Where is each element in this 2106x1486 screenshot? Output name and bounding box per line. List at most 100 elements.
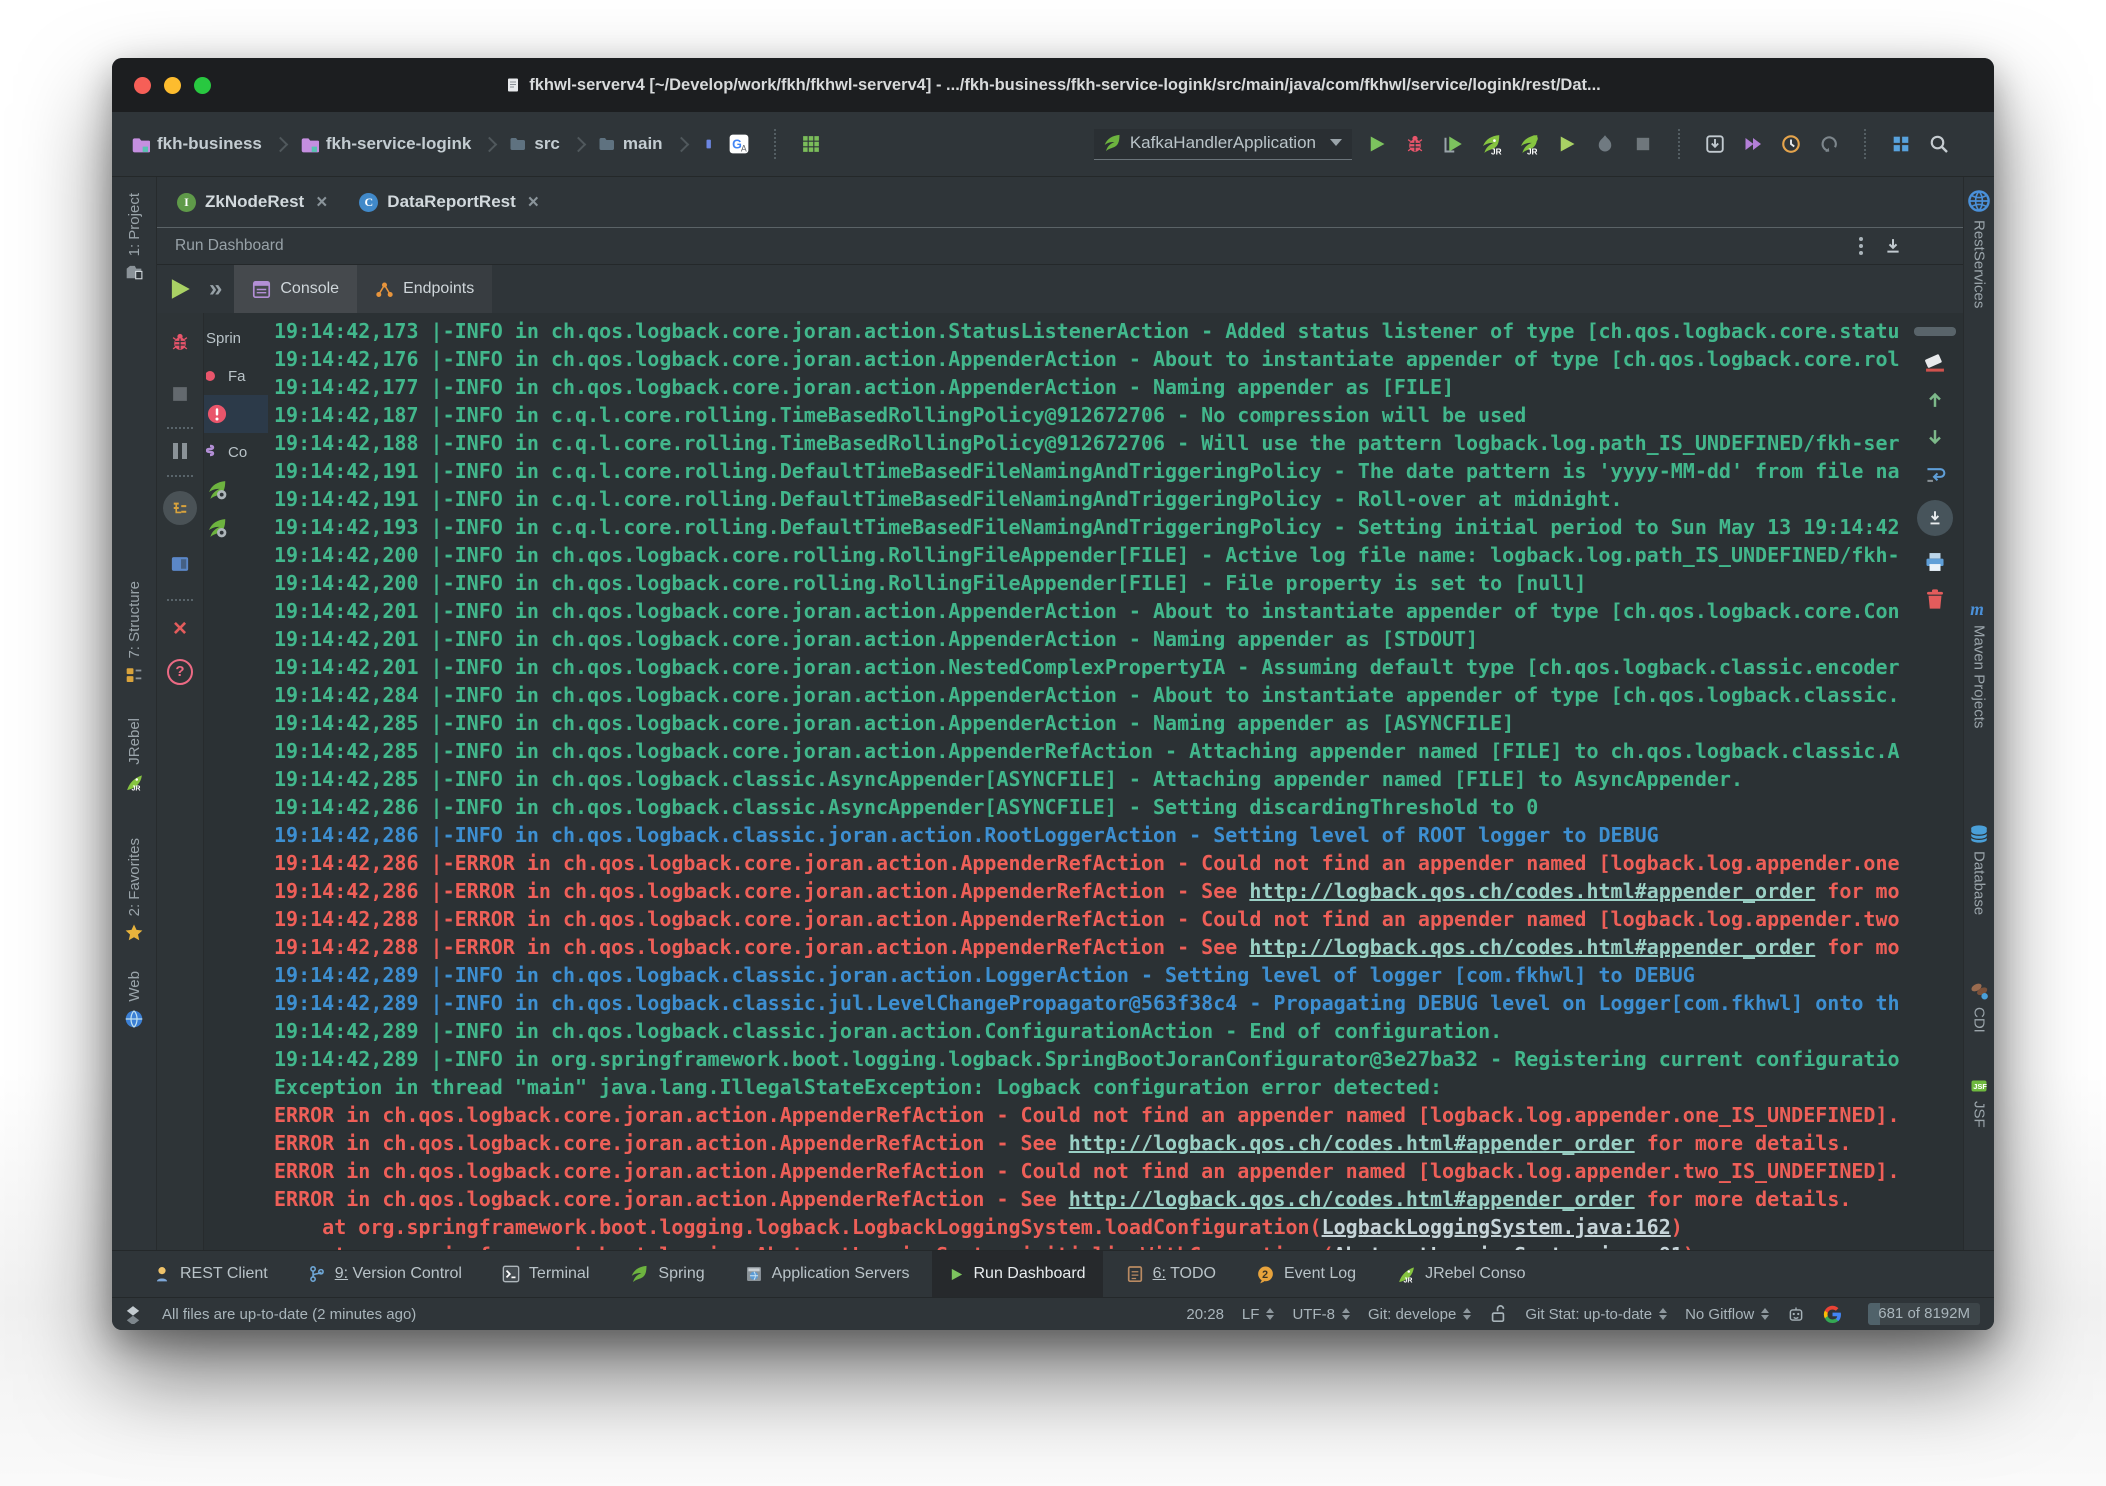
toolwindow-button-9-version-control[interactable]: 9: Version Control (291, 1251, 479, 1297)
tool-stripe-web[interactable]: Web (124, 971, 144, 1029)
tool-stripe-restservices[interactable]: RestServices (1967, 189, 1991, 308)
toolwindow-button-spring[interactable]: Spring (612, 1251, 721, 1297)
toolwindow-button-application-servers[interactable]: Application Servers (728, 1251, 927, 1297)
console-hyperlink[interactable]: http://logback.qos.ch/codes.html#appende… (1249, 935, 1815, 959)
scroll-down-button[interactable] (1924, 426, 1946, 448)
console-hyperlink[interactable]: http://logback.qos.ch/codes.html#appende… (1069, 1131, 1635, 1155)
google-widget[interactable] (1823, 1305, 1842, 1324)
dashboard-tree-item[interactable] (204, 509, 268, 547)
tool-window-switcher-icon[interactable] (124, 1304, 142, 1324)
grid4-button[interactable] (1886, 129, 1916, 159)
download-button[interactable] (1700, 129, 1730, 159)
breadcrumb-item-fkh-business[interactable]: fkh-business (128, 132, 264, 156)
print-button[interactable] (1924, 551, 1946, 573)
console-hyperlink[interactable]: http://logback.qos.ch/codes.html#appende… (1249, 879, 1815, 903)
dashboard-tree-item[interactable]: Fa (204, 357, 268, 395)
close-button[interactable]: × (173, 617, 187, 641)
console-tab-endpoints[interactable]: Endpoints (357, 265, 492, 313)
plugins-grid-button[interactable] (796, 129, 826, 159)
tool-stripe-jrebel[interactable]: JRebelJR (124, 718, 144, 792)
restore-layout-button[interactable] (163, 491, 197, 525)
scroll-up-button[interactable] (1924, 389, 1946, 411)
stacktrace-link[interactable]: AbstractLoggingSystem.java:81 (1334, 1243, 1683, 1250)
robot-widget[interactable] (1787, 1305, 1805, 1323)
tool-stripe-2-favorites[interactable]: 2: Favorites (124, 838, 144, 943)
debug-button[interactable] (165, 327, 195, 357)
jrebel-run-button[interactable]: JR (1476, 129, 1506, 159)
toolwindow-button-jrebel-conso[interactable]: JRJRebel Conso (1379, 1251, 1543, 1297)
breadcrumb-item-src[interactable]: src (506, 132, 562, 156)
scroll-to-end-button[interactable] (1917, 500, 1953, 536)
rerun-button[interactable] (1552, 129, 1582, 159)
close-window-button[interactable] (134, 77, 151, 94)
status-label: Git Stat: up-to-date (1525, 1306, 1652, 1323)
search-button[interactable] (1924, 129, 1954, 159)
jrebel-debug-icon: JR (1518, 133, 1540, 155)
toolwindow-button-terminal[interactable]: Terminal (485, 1251, 606, 1297)
run-button[interactable] (1362, 129, 1392, 159)
dashboard-tree-item[interactable] (204, 471, 268, 509)
deploy-button[interactable] (1738, 129, 1768, 159)
tool-stripe-maven-projects[interactable]: mMaven Projects (1969, 598, 1989, 728)
tool-stripe-cdi[interactable]: CDI (1969, 980, 1989, 1033)
toolwindow-button-rest-client[interactable]: REST Client (136, 1251, 285, 1297)
stop-button[interactable] (1628, 129, 1658, 159)
editor-tab-datareportrest[interactable]: CDataReportRest× (343, 177, 555, 227)
run-coverage-button[interactable] (1438, 129, 1468, 159)
more-options-icon[interactable] (1859, 244, 1863, 248)
console-tab-console[interactable]: Console (234, 265, 357, 313)
status-git-stat-up-to-date[interactable]: Git Stat: up-to-date (1525, 1306, 1667, 1323)
jrebel-debug-button[interactable]: JR (1514, 129, 1544, 159)
toolwindow-button-6-todo[interactable]: 6: TODO (1109, 1251, 1233, 1297)
history-button[interactable] (1776, 129, 1806, 159)
pause-button[interactable] (173, 443, 187, 459)
soft-wrap-button[interactable] (1924, 463, 1946, 485)
status-utf-8[interactable]: UTF-8 (1292, 1306, 1350, 1323)
chevrons-icon[interactable]: » (209, 275, 220, 303)
tool-stripe-database[interactable]: Database (1969, 824, 1989, 915)
tool-stripe-jsf[interactable]: JSFJSF (1968, 1078, 1990, 1128)
minimize-window-button[interactable] (164, 77, 181, 94)
status-20-28[interactable]: 20:28 (1186, 1306, 1224, 1323)
memory-indicator[interactable]: 681 of 8192M (1868, 1303, 1980, 1325)
status-no-gitflow[interactable]: No Gitflow (1685, 1306, 1769, 1323)
toolwindow-button-event-log[interactable]: 2Event Log (1239, 1251, 1373, 1297)
toolwindow-label: 6: TODO (1153, 1265, 1216, 1283)
spring-icon (629, 1264, 649, 1284)
translate-button[interactable]: GA (724, 129, 754, 159)
editor-tab-zknoderest[interactable]: IZkNodeRest× (161, 177, 343, 227)
git-branch-icon (308, 1265, 326, 1283)
toolwindow-button-run-dashboard[interactable]: Run Dashboard (932, 1251, 1102, 1297)
console-hyperlink[interactable]: http://logback.qos.ch/codes.html#appende… (1069, 1187, 1635, 1211)
separator (167, 427, 193, 429)
zoom-window-button[interactable] (194, 77, 211, 94)
tool-stripe-1-project[interactable]: 1: Project (124, 193, 144, 281)
status-lf[interactable]: LF (1242, 1306, 1275, 1323)
scrollbar-thumb[interactable] (1914, 327, 1956, 336)
clear-console-button[interactable] (1924, 352, 1946, 374)
title-bar[interactable]: fkhwl-serverv4 [~/Develop/work/fkh/fkhwl… (112, 58, 1994, 112)
status-git-develope[interactable]: Git: develope (1368, 1306, 1471, 1323)
unlock-widget[interactable] (1489, 1305, 1507, 1323)
run-config-selector[interactable]: KafkaHandlerApplication (1094, 129, 1352, 160)
stop-dim-button[interactable] (165, 379, 195, 409)
help-button[interactable]: ? (167, 659, 193, 685)
run-play-icon[interactable] (167, 276, 193, 302)
dashboard-tree-item[interactable]: Sprin (204, 319, 268, 357)
console-output[interactable]: 19:14:42,173 |-INFO in ch.qos.logback.co… (268, 313, 1907, 1250)
hide-panel-icon[interactable] (1883, 236, 1903, 256)
profiler-button[interactable] (1590, 129, 1620, 159)
tool-stripe-7-structure[interactable]: 7: Structure (125, 581, 143, 684)
console-line: 19:14:42,188 |-INFO in c.q.l.core.rollin… (274, 429, 1907, 457)
close-tab-icon[interactable]: × (316, 193, 327, 212)
dashboard-tree-item[interactable] (204, 395, 268, 433)
debug-button[interactable] (1400, 129, 1430, 159)
delete-trash-button[interactable] (1924, 588, 1946, 610)
dashboard-tree-item[interactable]: Co (204, 433, 268, 471)
stacktrace-link[interactable]: LogbackLoggingSystem.java:162 (1322, 1215, 1671, 1239)
close-tab-icon[interactable]: × (528, 193, 539, 212)
layout-panel-button[interactable] (165, 549, 195, 579)
breadcrumb-item-main[interactable]: main (595, 132, 665, 156)
breadcrumb-item-fkh-service-logink[interactable]: fkh-service-logink (297, 132, 474, 156)
rollback-button[interactable] (1814, 129, 1844, 159)
